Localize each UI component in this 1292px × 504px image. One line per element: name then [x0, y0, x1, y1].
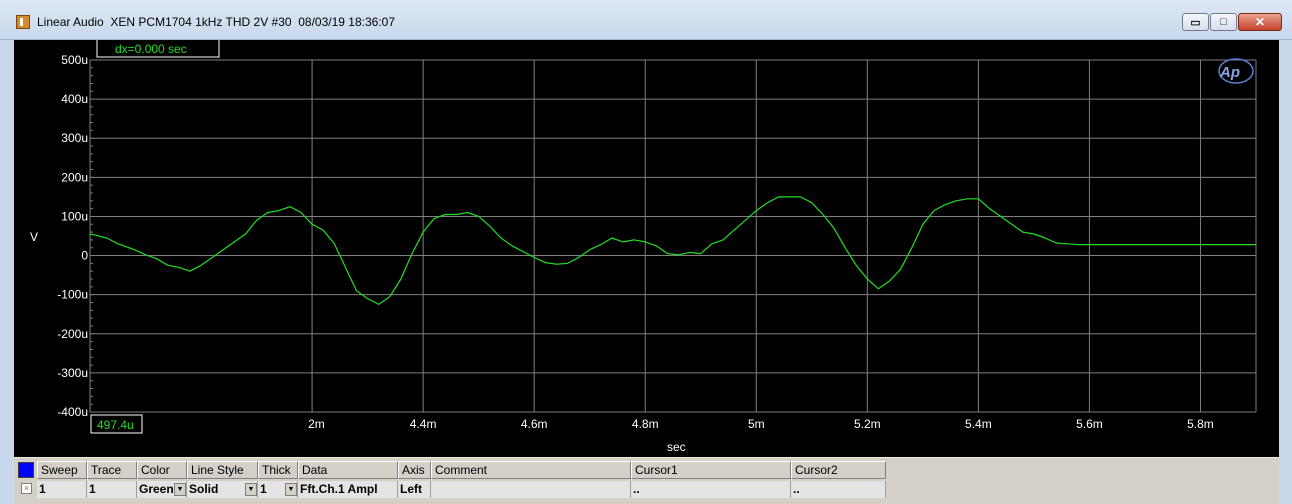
cell-trace[interactable]: 1 [87, 481, 137, 498]
header-thick[interactable]: Thick [258, 461, 298, 479]
x-tick-label: 4.8m [632, 417, 659, 431]
cell-comment[interactable] [431, 481, 631, 498]
header-sweep[interactable]: Sweep [37, 461, 87, 479]
trace-table: Sweep Trace Color Line Style Thick Data … [14, 458, 1279, 504]
x-tick-label: 4.4m [410, 417, 437, 431]
grid-lines [89, 59, 1257, 413]
color-dropdown-icon[interactable]: ▼ [174, 483, 186, 496]
header-trace[interactable]: Trace [87, 461, 137, 479]
trace-line-1[interactable] [89, 196, 1256, 305]
y-tick-label: 400u [61, 92, 88, 106]
y-tick-label: -300u [57, 366, 88, 380]
cell-data[interactable]: Fft.Ch.1 Ampl [298, 481, 398, 498]
window-title: Linear Audio XEN PCM1704 1kHz THD 2V #30… [37, 15, 396, 29]
cell-axis[interactable]: Left [398, 481, 431, 498]
cell-cursor2[interactable]: .. [791, 481, 886, 498]
y-tick-label: 0 [81, 249, 88, 263]
line-style-dropdown-icon[interactable]: ▼ [245, 483, 257, 496]
graph-canvas[interactable]: 500u 400u 300u 200u 100u 0 -100u -200u -300u -400… [14, 40, 1279, 457]
y-tick-label: -400u [57, 405, 88, 419]
right-window-frame [1279, 40, 1292, 504]
y-tick-label: 200u [61, 170, 88, 184]
x-tick-labels: 2m 4.4m 4.6m 4.8m 5m 5.2m 5.4m 5.6m 5.8m [308, 417, 1214, 431]
header-line-style[interactable]: Line Style [187, 461, 258, 479]
y-tick-label: 500u [61, 53, 88, 67]
ap-logo-text: Ap [1219, 64, 1240, 81]
app-icon[interactable] [16, 15, 30, 29]
close-icon: ✕ [1254, 15, 1266, 29]
header-color[interactable]: Color [137, 461, 187, 479]
row-select-swatch[interactable] [18, 462, 34, 478]
y-tick-label: -100u [57, 288, 88, 302]
x-tick-label: 2m [308, 417, 325, 431]
close-button[interactable]: ✕ [1238, 13, 1282, 31]
minimize-button[interactable]: ▭ [1182, 13, 1209, 31]
y-tick-labels: 500u 400u 300u 200u 100u 0 -100u -200u -300u -400… [57, 53, 88, 419]
ap-logo-icon: Ap [1218, 58, 1254, 84]
x-start-readout: 497.4u [97, 418, 134, 432]
x-tick-label: 5.8m [1187, 417, 1214, 431]
trace-group [89, 196, 1256, 305]
y-tick-label: -200u [57, 327, 88, 341]
y-axis-label: V [30, 230, 38, 244]
header-data[interactable]: Data [298, 461, 398, 479]
minimize-icon: ▭ [1190, 16, 1201, 29]
title-bar[interactable]: Linear Audio XEN PCM1704 1kHz THD 2V #30… [0, 0, 1292, 40]
x-tick-label: 5.6m [1076, 417, 1103, 431]
left-window-frame [0, 40, 14, 504]
cell-sweep[interactable]: 1 [37, 481, 87, 498]
x-tick-label: 5m [748, 417, 765, 431]
maximize-icon: □ [1220, 16, 1227, 28]
x-tick-label: 4.6m [521, 417, 548, 431]
plot-area[interactable]: 500u 400u 300u 200u 100u 0 -100u -200u -300u -400… [14, 40, 1279, 457]
y-tick-label: 300u [61, 131, 88, 145]
dx-readout: dx=0.000 sec [115, 42, 187, 56]
y-tick-label: 100u [61, 209, 88, 223]
header-cursor2[interactable]: Cursor2 [791, 461, 886, 479]
header-axis[interactable]: Axis [398, 461, 431, 479]
thick-dropdown-icon[interactable]: ▼ [285, 483, 297, 496]
maximize-button[interactable]: □ [1210, 13, 1237, 31]
header-comment[interactable]: Comment [431, 461, 631, 479]
header-cursor1[interactable]: Cursor1 [631, 461, 791, 479]
x-axis-label: sec [667, 440, 686, 454]
x-tick-label: 5.4m [965, 417, 992, 431]
cell-cursor1[interactable]: .. [631, 481, 791, 498]
plot-border [14, 40, 1279, 457]
x-tick-label: 5.2m [854, 417, 881, 431]
trace-enable-checkbox[interactable]: × [21, 483, 32, 494]
